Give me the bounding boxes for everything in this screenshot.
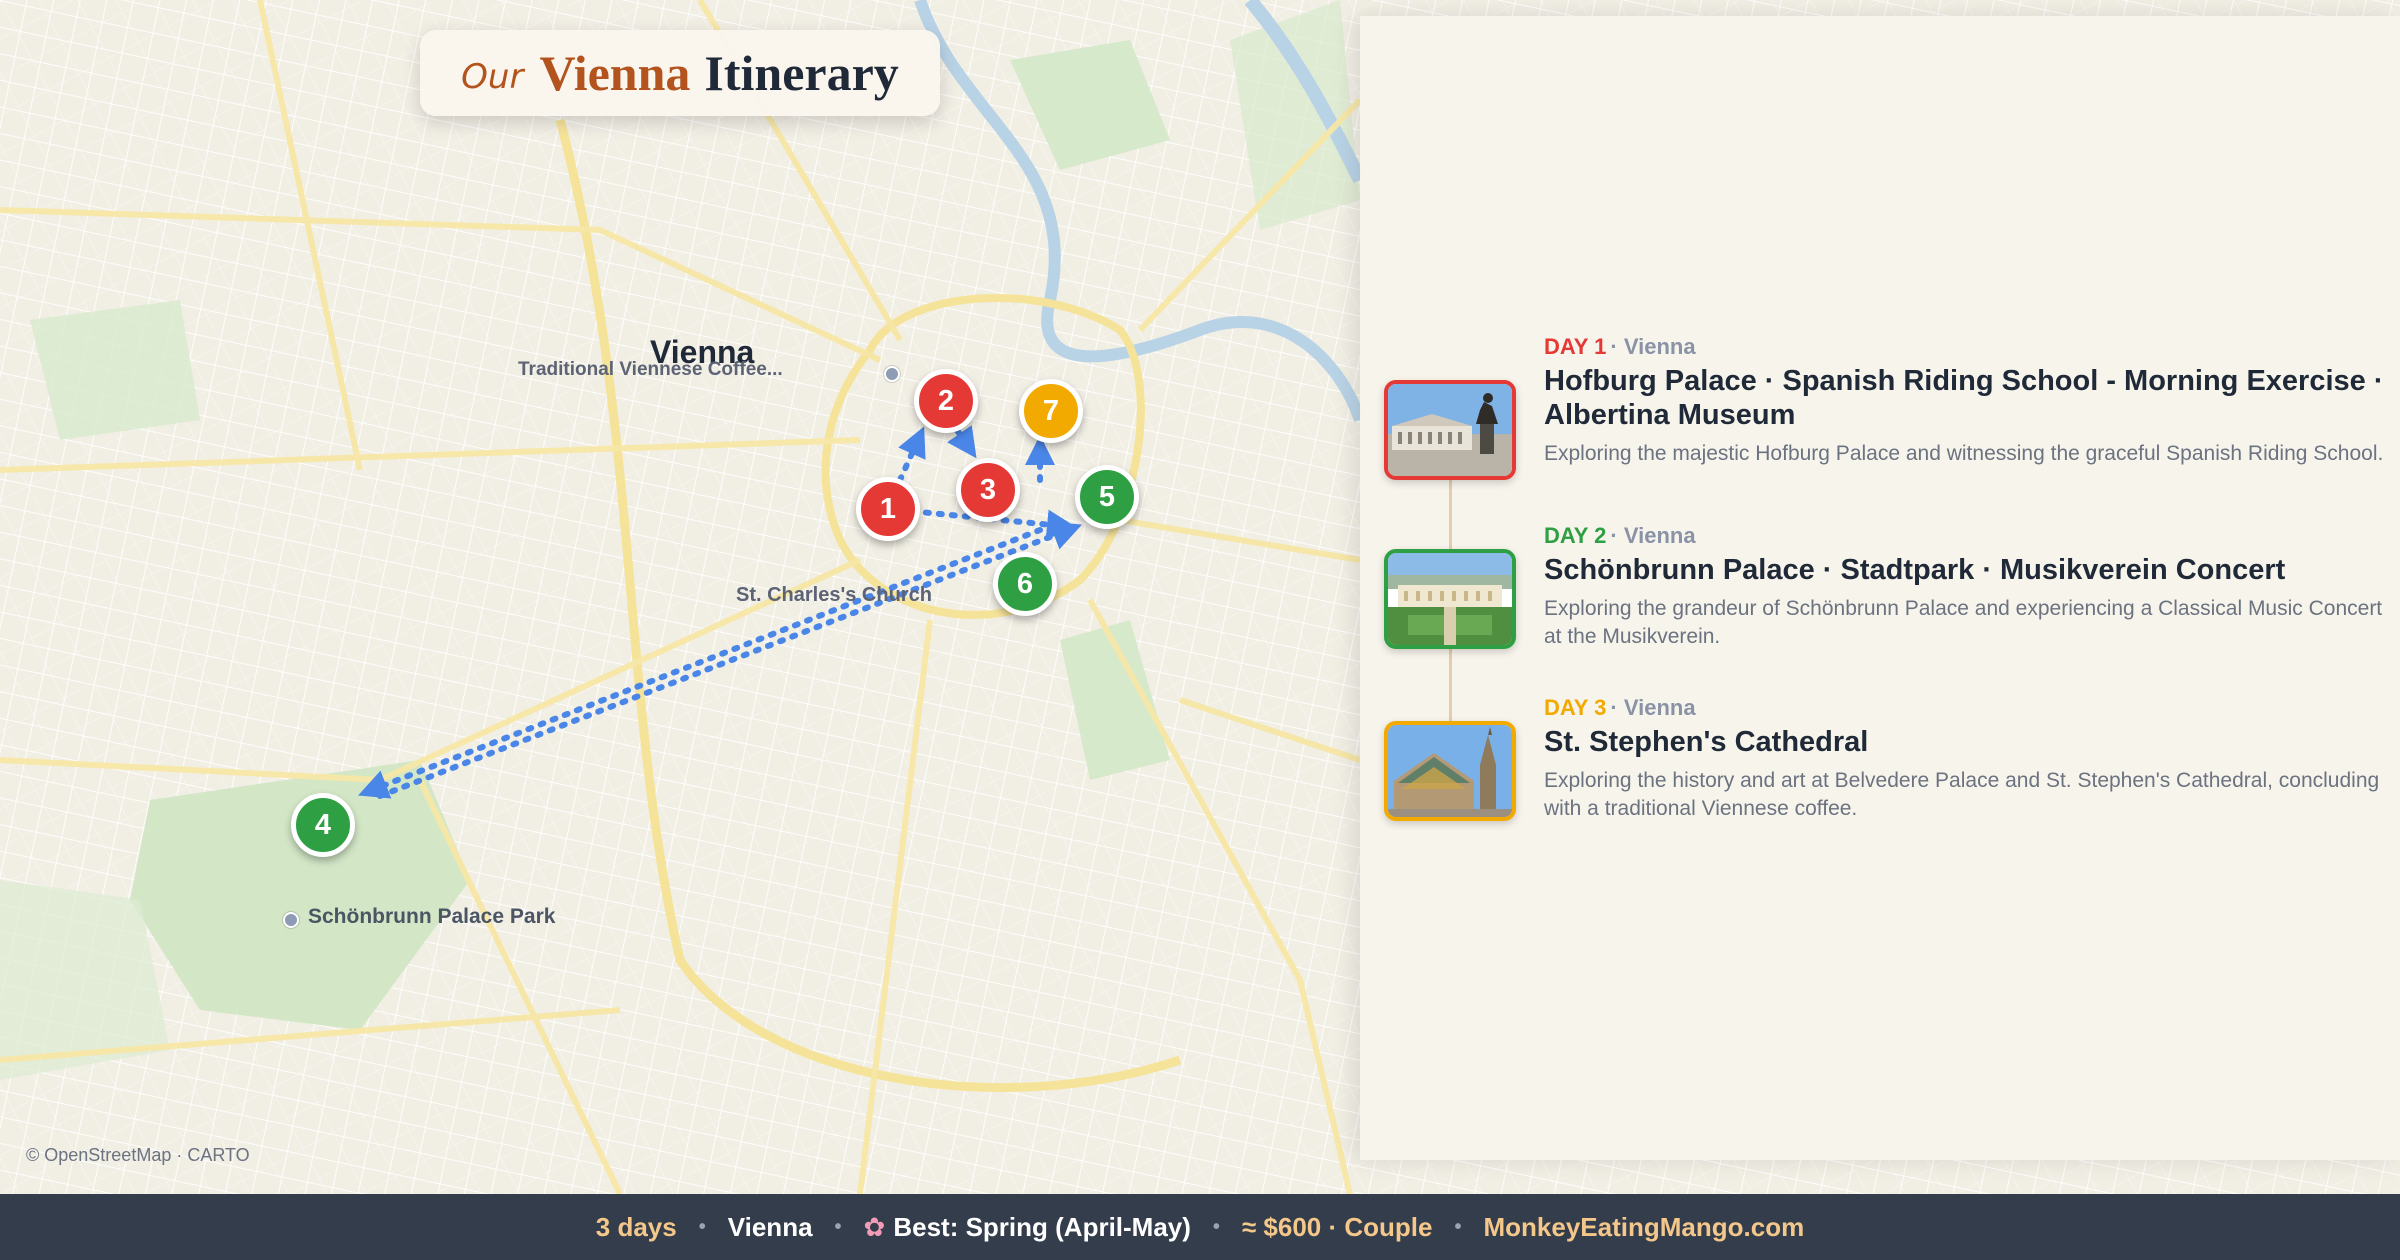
map-marker-4[interactable]: 4	[291, 793, 355, 857]
footer-budget: ≈ $600 · Couple	[1241, 1211, 1433, 1242]
map-label-church[interactable]: St. Charles's Church	[736, 584, 932, 607]
trip-summary-footer: 3 days • Vienna • ✿ Best: Spring (April-…	[0, 1194, 2400, 1260]
footer-separator: •	[698, 1215, 706, 1238]
day-entry-3[interactable]: DAY 3 · Vienna St. Stephen's Cathedral Ex…	[1384, 695, 2384, 825]
day-3-description: Exploring the history and art at Belvede…	[1544, 769, 2380, 820]
day-3-thumbnail-stephansdom[interactable]	[1384, 721, 1516, 821]
title-prefix: Our	[461, 57, 524, 97]
schoenbrunn-photo-icon	[1388, 553, 1512, 645]
map-marker-5[interactable]: 5	[1075, 465, 1139, 529]
hofburg-photo-icon	[1388, 384, 1512, 476]
park-area-west	[30, 300, 200, 440]
day-1-label: DAY 1	[1544, 334, 1607, 359]
footer-city: Vienna	[727, 1211, 813, 1242]
day-entry-2[interactable]: DAY 2 · Vienna Schönbrunn Palace · Stadtp…	[1384, 523, 2384, 653]
day-1-meta: DAY 1 · Vienna	[1544, 334, 2384, 360]
day-1-title[interactable]: Hofburg Palace · Spanish Riding School -…	[1544, 364, 2384, 432]
footer-site-link[interactable]: MonkeyEatingMango.com	[1484, 1212, 1805, 1243]
day-1-location: · Vienna	[1610, 334, 1696, 359]
footer-separator: •	[834, 1215, 842, 1238]
map-marker-2[interactable]: 2	[914, 369, 978, 433]
day-3-text: DAY 3 · Vienna St. Stephen's Cathedral Ex…	[1544, 695, 2384, 823]
day-3-label: DAY 3	[1544, 695, 1607, 720]
day-1-thumbnail-hofburg[interactable]	[1384, 380, 1516, 480]
day-2-thumbnail-schoenbrunn[interactable]	[1384, 549, 1516, 649]
footer-separator: •	[1454, 1215, 1462, 1238]
footer-separator: •	[1212, 1215, 1220, 1238]
footer-season: Best: Spring (April-May)	[893, 1211, 1191, 1242]
footer-duration: 3 days	[595, 1211, 677, 1242]
map-marker-6[interactable]: 6	[993, 552, 1057, 616]
map-label-cafe[interactable]: Traditional Viennese Coffee...	[518, 359, 783, 381]
map-marker-1[interactable]: 1	[856, 477, 920, 541]
day-2-description: Exploring the grandeur of Schönbrunn Pal…	[1544, 597, 2383, 648]
day-2-location: · Vienna	[1610, 523, 1696, 548]
day-2-meta: DAY 2 · Vienna	[1544, 523, 2384, 549]
poi-dot-cafe[interactable]	[884, 366, 900, 382]
cathedral-photo-icon	[1388, 725, 1512, 817]
day-entry-1[interactable]: DAY 1 · Vienna Hofburg Palace · Spanish R…	[1384, 334, 2384, 484]
poi-dot-park[interactable]	[283, 912, 299, 928]
day-3-location: · Vienna	[1610, 695, 1696, 720]
map-marker-3[interactable]: 3	[956, 458, 1020, 522]
day-1-description: Exploring the majestic Hofburg Palace an…	[1544, 442, 2384, 465]
day-1-text: DAY 1 · Vienna Hofburg Palace · Spanish R…	[1544, 334, 2384, 468]
itinerary-panel: DAY 1 · Vienna Hofburg Palace · Spanish R…	[1360, 16, 2400, 1160]
map-attribution: © OpenStreetMap · CARTO	[26, 1145, 250, 1165]
itinerary-title-card: Our Vienna Itinerary	[420, 30, 940, 116]
day-2-label: DAY 2	[1544, 523, 1607, 548]
title-rest: Itinerary	[704, 45, 899, 101]
day-3-meta: DAY 3 · Vienna	[1544, 695, 2384, 721]
map-label-park[interactable]: Schönbrunn Palace Park	[308, 905, 555, 929]
day-2-text: DAY 2 · Vienna Schönbrunn Palace · Stadtp…	[1544, 523, 2384, 651]
title-city: Vienna	[539, 45, 691, 101]
map-marker-7[interactable]: 7	[1019, 379, 1083, 443]
cherry-blossom-icon: ✿	[863, 1211, 886, 1242]
day-2-title[interactable]: Schönbrunn Palace · Stadtpark · Musikver…	[1544, 553, 2384, 587]
day-3-title[interactable]: St. Stephen's Cathedral	[1544, 725, 2384, 759]
